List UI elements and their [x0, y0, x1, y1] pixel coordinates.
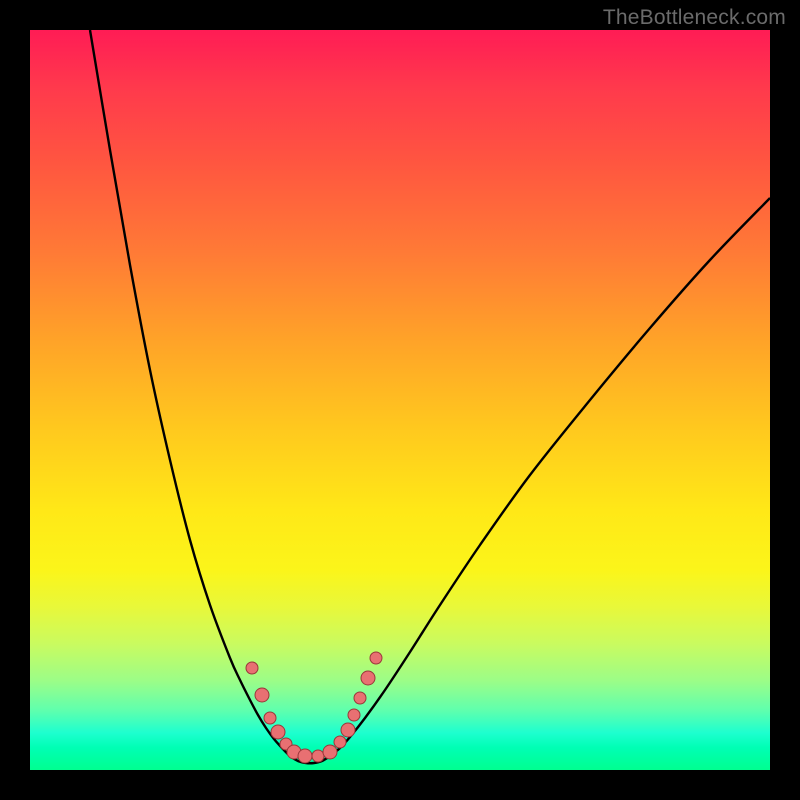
- marker-dot: [246, 662, 258, 674]
- marker-dot: [271, 725, 285, 739]
- marker-dot: [334, 736, 346, 748]
- watermark-label: TheBottleneck.com: [603, 6, 786, 30]
- marker-dot: [348, 709, 360, 721]
- plot-area: [30, 30, 770, 770]
- marker-dots: [246, 652, 382, 763]
- marker-dot: [312, 750, 324, 762]
- marker-dot: [341, 723, 355, 737]
- chart-frame: TheBottleneck.com: [0, 0, 800, 800]
- marker-dot: [255, 688, 269, 702]
- bottleneck-curve-path: [90, 30, 770, 763]
- marker-dot: [264, 712, 276, 724]
- marker-dot: [323, 745, 337, 759]
- marker-dot: [298, 749, 312, 763]
- marker-dot: [354, 692, 366, 704]
- marker-dot: [370, 652, 382, 664]
- marker-dot: [361, 671, 375, 685]
- bottleneck-curve: [90, 30, 770, 763]
- curve-layer: [30, 30, 770, 770]
